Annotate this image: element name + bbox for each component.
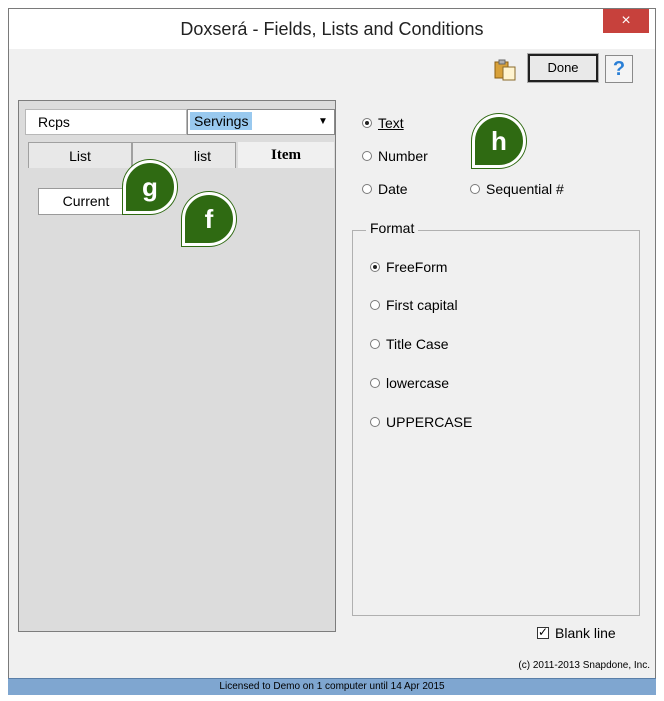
chevron-down-icon[interactable]: ▼ xyxy=(313,111,333,133)
tab-item[interactable]: Item xyxy=(238,142,334,168)
tab-list-label: List xyxy=(69,148,91,164)
callout-f: f xyxy=(182,192,236,246)
help-button[interactable]: ? xyxy=(605,55,633,83)
window-title: Doxserá - Fields, Lists and Conditions xyxy=(180,19,484,39)
radio-number-label: Number xyxy=(378,148,428,164)
list-select[interactable]: Servings ▼ xyxy=(187,109,335,135)
format-freeform-label: FreeForm xyxy=(386,259,448,275)
copyright-text: (c) 2011-2013 Snapdone, Inc. xyxy=(518,660,650,671)
radio-date-label: Date xyxy=(378,181,408,197)
radio-number-button[interactable] xyxy=(362,151,372,161)
format-uppercase-label: UPPERCASE xyxy=(386,414,473,430)
format-option-freeform[interactable]: FreeForm xyxy=(370,259,447,275)
title-bar: Doxserá - Fields, Lists and Conditions × xyxy=(9,9,655,49)
blank-line-label: Blank line xyxy=(555,625,616,641)
left-panel xyxy=(18,100,336,632)
radio-sequential-button[interactable] xyxy=(470,184,480,194)
callout-g-label: g xyxy=(142,172,158,202)
subtab-current[interactable]: Current xyxy=(38,188,134,215)
format-option-lowercase[interactable]: lowercase xyxy=(370,375,449,391)
format-option-title-case[interactable]: Title Case xyxy=(370,336,449,352)
radio-text[interactable]: Text xyxy=(362,115,404,131)
callout-h: h xyxy=(472,114,526,168)
list-select-value: Servings xyxy=(190,112,253,130)
subtab-current-label: Current xyxy=(62,193,110,209)
format-freeform-button[interactable] xyxy=(370,262,380,272)
close-button[interactable]: × xyxy=(603,9,649,33)
format-lowercase-button[interactable] xyxy=(370,378,380,388)
callout-g: g xyxy=(123,160,177,214)
callout-f-label: f xyxy=(204,204,214,234)
format-lowercase-label: lowercase xyxy=(386,375,450,391)
help-icon: ? xyxy=(612,58,626,80)
format-option-uppercase[interactable]: UPPERCASE xyxy=(370,414,472,430)
rcps-value: Rcps xyxy=(38,114,70,130)
format-first-capital-label: First capital xyxy=(386,297,458,313)
format-title-case-button[interactable] xyxy=(370,339,380,349)
tab-sublist-label: list xyxy=(193,148,211,164)
tab-list[interactable]: List xyxy=(28,142,132,168)
radio-number[interactable]: Number xyxy=(362,148,428,164)
radio-text-button[interactable] xyxy=(362,118,372,128)
radio-date-button[interactable] xyxy=(362,184,372,194)
blank-line-checkbox[interactable]: Blank line xyxy=(537,625,616,641)
format-title-case-label: Title Case xyxy=(386,336,449,352)
radio-sequential-label: Sequential # xyxy=(486,181,564,197)
rcps-field[interactable]: Rcps xyxy=(25,109,187,135)
format-first-capital-button[interactable] xyxy=(370,300,380,310)
format-uppercase-button[interactable] xyxy=(370,417,380,427)
close-icon: × xyxy=(621,12,631,29)
done-label: Done xyxy=(547,60,579,75)
done-button[interactable]: Done xyxy=(527,53,599,83)
clipboard-icon xyxy=(494,59,516,81)
radio-sequential[interactable]: Sequential # xyxy=(470,181,564,197)
callout-h-label: h xyxy=(491,126,507,156)
status-bar: Licensed to Demo on 1 computer until 14 … xyxy=(8,678,656,695)
radio-text-label: Text xyxy=(378,115,404,131)
format-legend: Format xyxy=(366,220,419,236)
tab-item-label: Item xyxy=(271,147,301,163)
radio-date[interactable]: Date xyxy=(362,181,408,197)
blank-line-box[interactable] xyxy=(537,625,549,639)
format-option-first-capital[interactable]: First capital xyxy=(370,297,458,313)
paste-button[interactable] xyxy=(493,58,517,82)
